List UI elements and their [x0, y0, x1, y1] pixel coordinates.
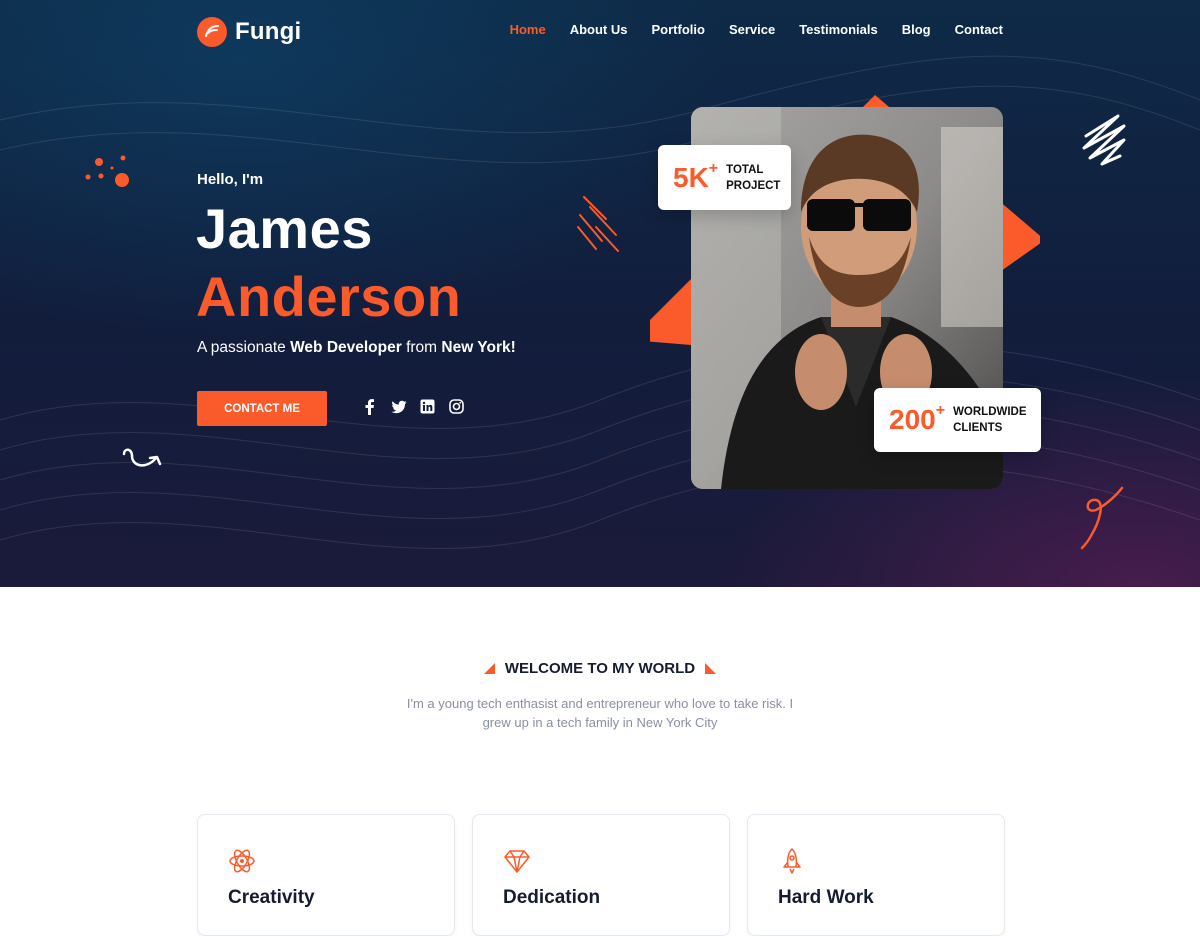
welcome-title: WELCOME TO MY WORLD: [504, 660, 696, 677]
nav-item-contact[interactable]: Contact: [955, 22, 1003, 37]
triangle-left-icon: [483, 663, 495, 674]
twitter-icon[interactable]: [391, 399, 407, 414]
atom-icon: [229, 849, 255, 873]
stat-total-project: 5K+ TOTAL PROJECT: [658, 145, 791, 210]
triangle-right-icon: [705, 663, 717, 674]
tagline-prefix: A passionate: [197, 339, 291, 356]
main-nav: Home About Us Portfolio Service Testimon…: [510, 22, 1003, 37]
tagline-city: New York!: [441, 339, 516, 356]
instagram-icon[interactable]: [449, 399, 464, 414]
stat-label: TOTAL PROJECT: [726, 162, 780, 194]
hero-greeting: Hello, I'm: [197, 171, 264, 188]
stat-label: WORLDWIDE CLIENTS: [953, 404, 1026, 436]
stat-label-line2: CLIENTS: [953, 422, 1003, 434]
white-arrow-decoration: [122, 448, 162, 467]
logo-mark-icon: [197, 17, 227, 47]
stat-worldwide-clients: 200+ WORLDWIDE CLIENTS: [874, 388, 1041, 452]
orange-strokes-decoration: [577, 196, 619, 252]
orange-swirl-decoration: [1080, 486, 1124, 550]
stat-label-line1: WORLDWIDE: [953, 406, 1027, 418]
hero-tagline: A passionate Web Developer from New York…: [197, 339, 516, 357]
welcome-description: I'm a young tech enthasist and entrepren…: [406, 696, 794, 730]
nav-item-blog[interactable]: Blog: [902, 22, 931, 37]
diamond-icon: [504, 850, 530, 873]
contact-me-button[interactable]: CONTACT ME: [197, 391, 327, 426]
feature-title: Hard Work: [778, 887, 874, 908]
hero-last-name: Anderson: [196, 265, 462, 328]
tagline-middle: from: [401, 339, 442, 356]
stat-number: 5K: [673, 161, 709, 193]
nav-item-about-us[interactable]: About Us: [570, 22, 628, 37]
stat-suffix: +: [708, 159, 719, 177]
white-scribble-decoration: [1082, 114, 1126, 166]
brand-logo[interactable]: Fungi: [197, 17, 301, 47]
feature-card-dedication[interactable]: Dedication: [472, 814, 730, 936]
stat-label-line2: PROJECT: [726, 179, 781, 192]
stat-number: 200: [889, 404, 936, 435]
rocket-icon: [783, 848, 801, 874]
stat-suffix: +: [935, 402, 946, 419]
stat-label-line1: TOTAL: [726, 163, 764, 176]
facebook-icon[interactable]: [362, 399, 377, 415]
nav-item-portfolio[interactable]: Portfolio: [652, 22, 705, 37]
welcome-title-row: WELCOME TO MY WORLD: [483, 660, 717, 677]
stat-value: 200+: [889, 402, 946, 436]
feature-title: Creativity: [228, 887, 315, 908]
nav-item-home[interactable]: Home: [510, 22, 546, 37]
welcome-heading: WELCOME TO MY WORLD: [0, 660, 1200, 679]
feature-card-creativity[interactable]: Creativity: [197, 814, 455, 936]
brand-name: Fungi: [235, 18, 302, 45]
social-links: [362, 399, 464, 415]
hero-section: Fungi Home About Us Portfolio Service Te…: [0, 0, 1200, 587]
feature-title: Dedication: [503, 887, 601, 908]
tagline-role: Web Developer: [290, 339, 402, 356]
hero-first-name: James: [196, 197, 373, 260]
nav-item-testimonials[interactable]: Testimonials: [799, 22, 878, 37]
stat-value: 5K+: [673, 159, 719, 194]
orange-dots-decoration: [85, 155, 129, 187]
feature-card-hard-work[interactable]: Hard Work: [747, 814, 1005, 936]
nav-item-service[interactable]: Service: [729, 22, 775, 37]
linkedin-icon[interactable]: [420, 399, 435, 414]
